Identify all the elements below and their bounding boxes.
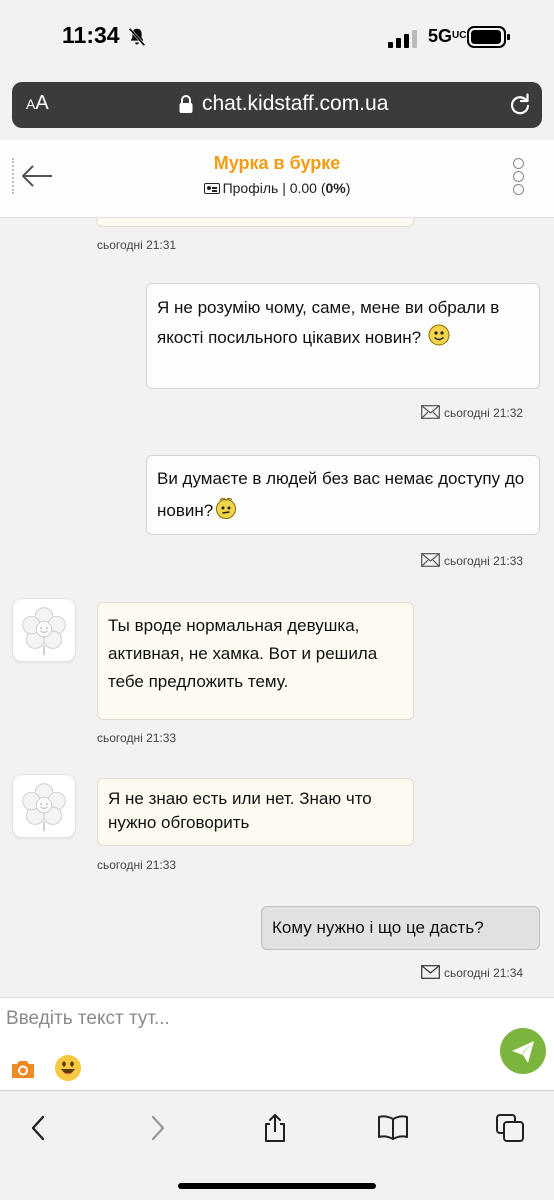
paper-plane-icon: [512, 1041, 534, 1063]
reload-icon[interactable]: [508, 92, 532, 118]
message-text: Я не знаю есть или нет. Знаю что нужно о…: [108, 789, 372, 832]
envelope-read-icon: [421, 405, 440, 419]
emoji-picker-icon[interactable]: [54, 1054, 82, 1082]
bookmarks-icon[interactable]: [377, 1113, 409, 1143]
message-time: сьогодні 21:31: [97, 238, 177, 252]
lock-icon: [179, 95, 193, 113]
chat-header: [0, 140, 554, 218]
id-card-icon: [203, 183, 220, 194]
profile-line: Профіль | 0.00 (0%): [0, 180, 554, 196]
message-text: Ви думаєте в людей без вас немає доступу…: [157, 469, 525, 520]
incoming-message-bubble: Ты вроде нормальная девушка, активная, н…: [97, 602, 414, 720]
outgoing-message-bubble: Кому нужно і що це дасть?: [261, 906, 540, 950]
envelope-unread-icon: [421, 965, 440, 979]
incoming-message-bubble: Я не знаю есть или нет. Знаю что нужно о…: [97, 778, 414, 846]
smile-emoji-icon: [428, 324, 450, 346]
message-time-row: сьогодні 21:33: [421, 553, 523, 568]
address-bar[interactable]: AA chat.kidstaff.com.ua: [12, 82, 542, 128]
message-time: сьогодні 21:33: [97, 731, 177, 745]
camera-icon[interactable]: [10, 1058, 36, 1080]
status-bar: 11:34 5GUC: [0, 0, 554, 76]
message-text: Ты вроде нормальная девушка, активная, н…: [108, 616, 378, 691]
outgoing-message-bubble: Я не розумію чому, саме, мене ви обрали …: [146, 283, 540, 389]
url-text[interactable]: chat.kidstaff.com.ua: [202, 92, 388, 116]
message-time: сьогодні 21:33: [97, 858, 177, 872]
status-time: 11:34: [62, 22, 120, 48]
signal-icon: [388, 30, 417, 48]
message-time-row: сьогодні 21:32: [421, 405, 523, 420]
incoming-message-bubble: [96, 219, 414, 227]
outgoing-message-bubble: Ви думаєте в людей без вас немає доступу…: [146, 455, 540, 535]
network-label: 5GUC: [428, 26, 467, 46]
message-list[interactable]: сьогодні 21:31 Я не розумію чому, саме, …: [0, 219, 554, 996]
avatar[interactable]: [12, 598, 76, 662]
home-indicator: [178, 1183, 376, 1189]
reader-settings-button[interactable]: AA: [26, 92, 49, 115]
composer: [0, 997, 554, 1090]
chat-title[interactable]: Мурка в бурке: [0, 153, 554, 174]
thinking-emoji-icon: [216, 497, 237, 519]
rating-percent: 0%: [325, 180, 346, 196]
message-input[interactable]: [6, 1004, 486, 1034]
rating-suffix: ): [345, 180, 351, 196]
avatar[interactable]: [12, 774, 76, 838]
share-icon[interactable]: [260, 1113, 290, 1143]
send-button[interactable]: [500, 1028, 546, 1074]
rating-prefix: | 0.00 (: [282, 180, 326, 196]
back-icon[interactable]: [24, 1113, 54, 1143]
flower-avatar-icon: [22, 607, 66, 656]
more-options-icon[interactable]: [513, 158, 527, 195]
flower-avatar-icon: [22, 783, 66, 832]
message-time-row: сьогодні 21:34: [421, 965, 523, 980]
bell-slash-icon: [128, 27, 146, 47]
forward-icon[interactable]: [142, 1113, 172, 1143]
envelope-read-icon: [421, 553, 440, 567]
battery-icon: [467, 26, 510, 48]
message-text: Кому нужно і що це дасть?: [272, 918, 484, 937]
tabs-icon[interactable]: [495, 1113, 525, 1143]
profile-link[interactable]: Профіль: [223, 180, 279, 196]
